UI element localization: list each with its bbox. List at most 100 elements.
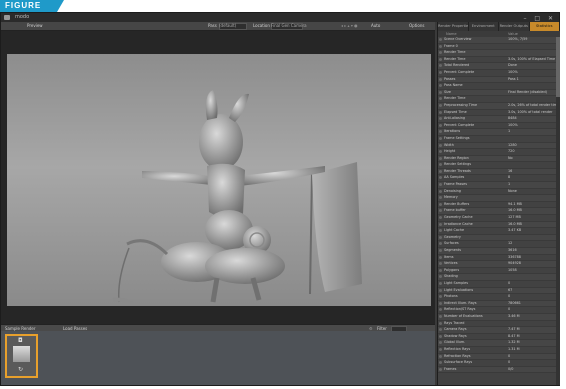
expand-icon[interactable] (439, 242, 442, 246)
expand-icon[interactable] (439, 334, 442, 338)
stat-row[interactable]: Photons 0 (438, 294, 560, 301)
stat-row[interactable]: Memory (438, 195, 560, 202)
stat-row[interactable]: Passes Pass 1 (438, 76, 560, 84)
expand-icon[interactable] (439, 341, 442, 345)
expand-icon[interactable] (439, 163, 442, 167)
panel-scrollbar[interactable] (556, 37, 560, 385)
stat-row[interactable]: Camera Rays 7.47 M (438, 327, 560, 334)
stat-row[interactable]: Render Settings (438, 162, 560, 169)
stat-row[interactable]: Frame Settings (438, 136, 560, 143)
expand-icon[interactable] (439, 143, 442, 147)
expand-icon[interactable] (439, 169, 442, 173)
stat-row[interactable]: Percent Complete 100% (438, 123, 560, 130)
expand-icon[interactable] (439, 275, 442, 279)
stat-row[interactable]: Render Buffers 94.1 MB (438, 202, 560, 209)
stat-row[interactable]: Anti-aliasing 8484 (438, 116, 560, 123)
expand-icon[interactable] (439, 77, 442, 81)
expand-icon[interactable] (439, 281, 442, 285)
expand-icon[interactable] (439, 38, 442, 41)
expand-icon[interactable] (439, 44, 442, 48)
expand-icon[interactable] (439, 367, 442, 371)
expand-icon[interactable] (439, 229, 442, 233)
stat-row[interactable]: Total Rendered Done (438, 63, 560, 70)
stat-row[interactable]: Render Region No (438, 155, 560, 163)
expand-icon[interactable] (439, 354, 442, 358)
expand-icon[interactable] (439, 176, 442, 180)
expand-icon[interactable] (439, 183, 442, 187)
stat-row[interactable]: Percent Complete 100% (438, 70, 560, 77)
stat-row[interactable]: Subsurface Rays 0 (438, 360, 560, 367)
stat-row[interactable]: Items 336788 (438, 255, 560, 262)
expand-icon[interactable] (439, 84, 442, 88)
stat-row[interactable]: Size Final Render (disabled) (438, 89, 560, 97)
expand-icon[interactable] (439, 110, 442, 114)
expand-icon[interactable] (439, 117, 442, 121)
stat-row[interactable]: Frame Passes 1 (438, 182, 560, 189)
expand-icon[interactable] (439, 51, 442, 55)
expand-icon[interactable] (439, 314, 442, 318)
expand-icon[interactable] (439, 295, 442, 299)
stat-row[interactable]: Segments 3616 (438, 248, 560, 255)
render-clip-thumbnail[interactable]: ◘ ↻ (5, 334, 38, 378)
stat-row[interactable]: Preprocessing Time 2.0s, 26% of total ren… (438, 102, 560, 110)
stat-row[interactable]: Global Illum. 1.32 M (438, 340, 560, 347)
expand-icon[interactable] (439, 70, 442, 74)
expand-icon[interactable] (439, 216, 442, 220)
expand-icon[interactable] (439, 361, 442, 365)
stat-row[interactable]: Surfaces 12 (438, 241, 560, 248)
stat-row[interactable]: Refraction Rays 0 (438, 353, 560, 361)
stat-row[interactable]: Shadow Rays 8.47 M (438, 334, 560, 341)
expand-icon[interactable] (439, 202, 442, 206)
expand-icon[interactable] (439, 321, 442, 325)
expand-icon[interactable] (439, 235, 442, 239)
expand-icon[interactable] (439, 150, 442, 154)
expand-icon[interactable] (439, 57, 442, 61)
stat-row[interactable]: Pass Name (438, 83, 560, 90)
stat-row[interactable]: AA Samples 8 (438, 175, 560, 183)
expand-icon[interactable] (439, 255, 442, 259)
expand-icon[interactable] (439, 64, 442, 68)
tab-render-outputs[interactable]: Render Outputs (499, 22, 530, 31)
expand-icon[interactable] (439, 268, 442, 272)
stat-row[interactable]: Height 720 (438, 149, 560, 156)
stat-row[interactable]: Irradiance Cache 16.0 MB (438, 221, 560, 229)
scrollbar-thumb[interactable] (556, 37, 560, 97)
expand-icon[interactable] (439, 328, 442, 332)
stat-row[interactable]: Reflection Rays 1.31 M (438, 347, 560, 354)
expand-icon[interactable] (439, 308, 442, 312)
stat-row[interactable]: Number of Evaluations 3.46 M (438, 313, 560, 321)
stat-row[interactable]: Polygons 1058 (438, 268, 560, 275)
stat-row[interactable]: Light Cache 3.47 KB (438, 228, 560, 235)
stat-row[interactable]: Denoising None (438, 189, 560, 196)
expand-icon[interactable] (439, 189, 442, 193)
expand-icon[interactable] (439, 301, 442, 305)
stat-row[interactable]: Light Samples 0 (438, 281, 560, 288)
stat-row[interactable]: Vertices 904928 (438, 261, 560, 268)
expand-icon[interactable] (439, 103, 442, 107)
options-dropdown[interactable]: Options (409, 22, 424, 30)
stat-row[interactable]: Width 1280 (438, 142, 560, 150)
stat-row[interactable]: Scene Overview 100%, 7/59 (438, 37, 560, 44)
auto-toggle[interactable]: Auto (371, 22, 380, 30)
stat-row[interactable]: Render Threads 16 (438, 168, 560, 176)
expand-icon[interactable] (439, 222, 442, 226)
tab-environment[interactable]: Environment (469, 22, 499, 31)
stat-row[interactable]: Elapsed Time 3.0s, 100% of total render (438, 110, 560, 117)
expand-icon[interactable] (439, 249, 442, 252)
stat-row[interactable]: Frame buffer 16.0 MB (438, 208, 560, 216)
expand-icon[interactable] (439, 97, 442, 101)
expand-icon[interactable] (439, 288, 442, 292)
tab-statistics[interactable]: Statistics (529, 22, 560, 31)
expand-icon[interactable] (439, 90, 442, 94)
expand-icon[interactable] (439, 347, 442, 351)
stat-row[interactable]: Render Time 3.0s, 100% of Elapsed Time (438, 57, 560, 64)
stat-row[interactable]: Reflection/ST Rays 0 (438, 307, 560, 314)
expand-icon[interactable] (439, 262, 442, 266)
stat-row[interactable]: Frame 0 (438, 44, 560, 51)
stat-row[interactable]: Render Time (438, 96, 560, 103)
render-image[interactable] (7, 54, 431, 306)
stat-row[interactable]: Geometry Cache 127 MB (438, 215, 560, 222)
stat-row[interactable]: Geometry (438, 234, 560, 242)
expand-icon[interactable] (439, 209, 442, 213)
zoom-controls[interactable]: ◂ ▸ ▴ ▾ ● (341, 22, 358, 30)
